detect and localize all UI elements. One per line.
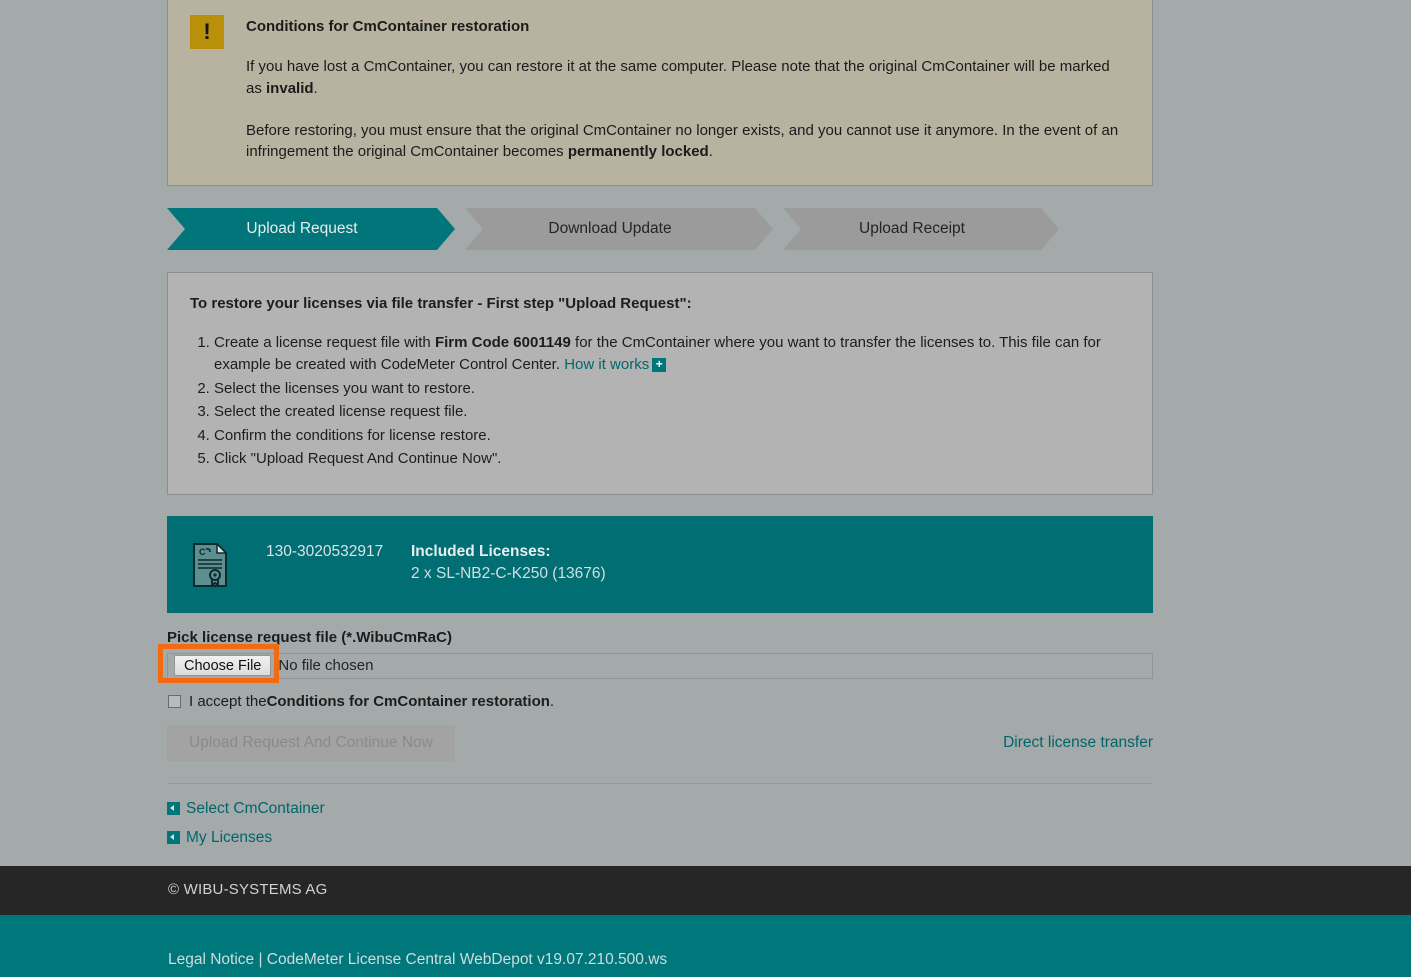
file-status-text: No file chosen xyxy=(278,657,374,674)
list-item: Click "Upload Request And Continue Now". xyxy=(214,448,1130,471)
my-licenses-link[interactable]: My Licenses xyxy=(167,829,272,847)
instructions-panel: To restore your licenses via file transf… xyxy=(167,272,1153,495)
progress-steps: Upload Request Download Update Upload Re… xyxy=(167,208,1153,250)
instructions-list: Create a license request file with Firm … xyxy=(190,332,1130,471)
upload-request-and-continue-button[interactable]: Upload Request And Continue Now xyxy=(167,724,455,761)
legal-notice-text[interactable]: Legal Notice | CodeMeter License Central… xyxy=(168,951,667,969)
conditions-p1-bold: invalid xyxy=(266,79,314,97)
accept-conditions-checkbox[interactable] xyxy=(168,694,181,708)
step-3-label: Upload Receipt xyxy=(859,220,965,237)
step-2-label: Download Update xyxy=(548,220,672,237)
direct-license-transfer-link[interactable]: Direct license transfer xyxy=(1003,734,1153,752)
conditions-paragraph-1: If you have lost a CmContainer, you can … xyxy=(246,56,1126,100)
cmcontainer-serial: 130-3020532917 xyxy=(266,542,384,560)
file-input-row[interactable]: Choose File No file chosen xyxy=(167,652,1153,679)
how-it-works-link[interactable]: How it works xyxy=(564,356,649,373)
back-arrow-icon xyxy=(167,802,180,815)
conditions-p1-post: . xyxy=(313,79,318,97)
selected-cmcontainer-panel: C 130-3020532917 Included Licenses: 2 x … xyxy=(167,515,1153,613)
divider xyxy=(167,782,1153,784)
svg-text:C: C xyxy=(199,547,206,557)
conditions-p2-bold: permanently locked xyxy=(567,143,709,161)
back-links: Select CmContainer My Licenses xyxy=(167,800,1153,847)
included-licenses-label: Included Licenses: xyxy=(411,542,551,560)
conditions-warning-box: ! Conditions for CmContainer restoration… xyxy=(167,0,1153,186)
footer-legal-bar: Legal Notice | CodeMeter License Central… xyxy=(0,915,1411,977)
warning-exclamation-icon: ! xyxy=(190,15,224,49)
pick-file-label: Pick license request file (*.WibuCmRaC) xyxy=(167,628,452,646)
step-upload-request[interactable]: Upload Request xyxy=(167,208,455,250)
conditions-paragraph-2: Before restoring, you must ensure that t… xyxy=(246,120,1126,164)
list-item: Create a license request file with Firm … xyxy=(214,332,1130,377)
step-upload-receipt[interactable]: Upload Receipt xyxy=(783,208,1059,250)
back-arrow-icon xyxy=(167,831,180,844)
my-licenses-label: My Licenses xyxy=(186,828,273,846)
select-cmcontainer-link[interactable]: Select CmContainer xyxy=(167,800,325,818)
conditions-p2-post: . xyxy=(708,143,713,161)
conditions-title: Conditions for CmContainer restoration xyxy=(246,18,530,35)
main-content: ! Conditions for CmContainer restoration… xyxy=(167,0,1153,858)
step-download-update[interactable]: Download Update xyxy=(465,208,773,250)
accept-text-pre: I accept the xyxy=(189,692,267,710)
list-item: Confirm the conditions for license resto… xyxy=(214,425,1130,448)
list-item: Select the licenses you want to restore. xyxy=(214,378,1130,401)
included-licenses-value: 2 x SL-NB2-C-K250 (13676) xyxy=(411,564,606,582)
instruction-1-bold: Firm Code 6001149 xyxy=(434,333,571,351)
accept-text-post: . xyxy=(549,692,555,710)
footer-copyright-bar: © WIBU-SYSTEMS AG xyxy=(0,866,1411,915)
conditions-text-block: Conditions for CmContainer restoration I… xyxy=(246,0,1126,163)
conditions-p1-pre: If you have lost a CmContainer, you can … xyxy=(246,58,1110,97)
action-row: Upload Request And Continue Now Direct l… xyxy=(167,724,1153,761)
copyright-text: © WIBU-SYSTEMS AG xyxy=(168,881,328,898)
accept-conditions-row[interactable]: I accept the Conditions for CmContainer … xyxy=(167,693,1153,710)
select-cmcontainer-label: Select CmContainer xyxy=(186,799,325,817)
list-item: Select the created license request file. xyxy=(214,401,1130,424)
instructions-title: To restore your licenses via file transf… xyxy=(190,295,692,312)
choose-file-button[interactable]: Choose File xyxy=(174,655,272,676)
accept-text-bold: Conditions for CmContainer restoration xyxy=(266,692,550,710)
step-1-label: Upload Request xyxy=(246,220,358,237)
plus-expand-icon[interactable]: + xyxy=(652,358,667,372)
included-licenses-block: Included Licenses: 2 x SL-NB2-C-K250 (13… xyxy=(411,541,606,586)
webdepot-page: ! Conditions for CmContainer restoration… xyxy=(0,0,1411,977)
instruction-1-pre: Create a license request file with xyxy=(214,333,435,351)
license-certificate-icon: C xyxy=(193,541,233,592)
